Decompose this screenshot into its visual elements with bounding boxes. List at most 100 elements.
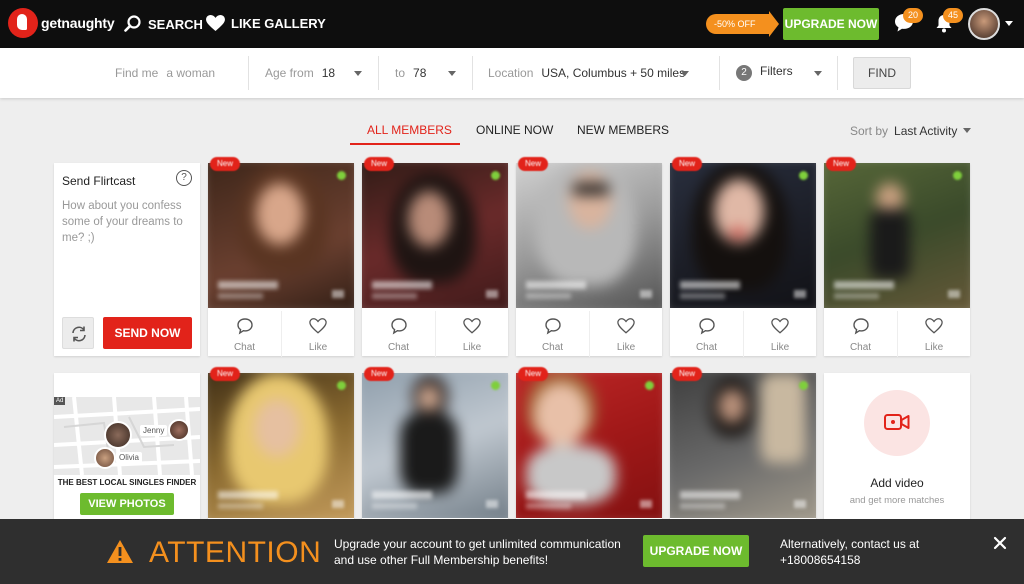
profile-photo[interactable] xyxy=(362,373,508,518)
view-photos-button[interactable]: VIEW PHOTOS xyxy=(80,493,174,515)
profile-photo[interactable] xyxy=(516,373,662,518)
profile-card[interactable]: New Chat Like xyxy=(362,157,508,357)
like-button[interactable]: Like xyxy=(743,311,816,357)
warning-triangle-icon xyxy=(107,540,133,563)
profile-details-blurred xyxy=(372,293,417,299)
ad-card[interactable]: Ad Jenny Olivia THE BEST LOCAL SINGLES F… xyxy=(54,373,200,520)
help-icon[interactable]: ? xyxy=(176,170,192,186)
online-status-indicator xyxy=(491,171,500,180)
chat-button[interactable]: Chat xyxy=(670,311,743,357)
like-button[interactable]: Like xyxy=(897,311,970,357)
card-actions: Chat Like xyxy=(208,311,354,357)
chat-label: Chat xyxy=(387,342,410,353)
profile-card[interactable]: New xyxy=(208,367,354,520)
tab-all-members[interactable]: ALL MEMBERS xyxy=(367,123,452,137)
flirtcast-message[interactable]: How about you confess some of your dream… xyxy=(62,198,192,246)
profile-photo[interactable] xyxy=(670,163,816,308)
upgrade-now-banner-button[interactable]: UPGRADE NOW xyxy=(643,535,749,567)
profile-details-blurred xyxy=(680,503,725,509)
send-now-button[interactable]: SEND NOW xyxy=(103,317,192,349)
chat-button[interactable]: Chat xyxy=(824,311,897,357)
messages-button[interactable]: 20 xyxy=(893,8,923,36)
age-to-select[interactable]: to 78 xyxy=(395,66,426,80)
chat-button[interactable]: Chat xyxy=(516,311,589,357)
like-button[interactable]: Like xyxy=(281,311,354,357)
chevron-down-icon[interactable] xyxy=(354,71,362,76)
chevron-down-icon[interactable] xyxy=(814,71,822,76)
profile-card[interactable]: New Chat Like xyxy=(824,157,970,357)
profile-photo[interactable] xyxy=(208,163,354,308)
nav-search[interactable]: SEARCH xyxy=(124,15,203,33)
new-member-badge: New xyxy=(826,157,856,171)
close-icon[interactable] xyxy=(992,535,1008,551)
user-avatar[interactable] xyxy=(968,8,1000,40)
profile-card[interactable]: New Chat Like xyxy=(208,157,354,357)
location-select[interactable]: Location USA, Columbus + 50 miles xyxy=(488,66,685,80)
profile-details-blurred xyxy=(834,293,879,299)
ad-label: Ad xyxy=(54,397,66,405)
profile-details-blurred xyxy=(680,293,725,299)
flirtcast-card: Send Flirtcast ? How about you confess s… xyxy=(54,163,200,356)
heart-outline-icon xyxy=(617,318,635,334)
profile-name-blurred xyxy=(218,491,278,499)
divider xyxy=(719,56,720,90)
tab-online-now[interactable]: ONLINE NOW xyxy=(476,123,553,137)
add-video-button[interactable] xyxy=(864,390,930,456)
notifications-button[interactable]: 45 xyxy=(933,8,963,36)
online-status-indicator xyxy=(799,171,808,180)
like-button[interactable]: Like xyxy=(589,311,662,357)
profile-photo[interactable] xyxy=(670,373,816,518)
sort-by-select[interactable]: Sort by Last Activity xyxy=(850,124,957,138)
find-me-label: Find me xyxy=(115,66,159,80)
brand-logo[interactable]: getnaughty xyxy=(8,8,115,38)
profile-photo[interactable] xyxy=(516,163,662,308)
add-video-title: Add video xyxy=(870,476,924,490)
profile-photo[interactable] xyxy=(824,163,970,308)
add-video-card[interactable]: Add video and get more matches xyxy=(824,373,970,520)
profile-details-blurred xyxy=(372,503,417,509)
profile-name-blurred xyxy=(218,281,278,289)
tab-new-members[interactable]: NEW MEMBERS xyxy=(577,123,669,137)
nav-like-gallery[interactable]: LIKE GALLERY xyxy=(206,15,326,32)
age-to-value: 78 xyxy=(413,66,427,80)
card-actions: Chat Like xyxy=(670,311,816,357)
chevron-down-icon[interactable] xyxy=(448,71,456,76)
like-button[interactable]: Like xyxy=(435,311,508,357)
refresh-message-button[interactable] xyxy=(62,317,94,349)
notifications-count-badge: 45 xyxy=(943,8,963,23)
find-me-select[interactable]: Find me a woman xyxy=(115,66,215,80)
contact-phone[interactable]: +18008654158 xyxy=(780,552,919,568)
logo-mark-icon xyxy=(8,8,38,38)
chevron-down-icon[interactable] xyxy=(963,128,971,133)
profile-details-blurred xyxy=(526,293,571,299)
card-actions: Chat Like xyxy=(824,311,970,357)
profile-card[interactable]: New xyxy=(516,367,662,520)
chevron-down-icon[interactable] xyxy=(1005,21,1013,26)
location-label: Location xyxy=(488,66,534,80)
chat-label: Chat xyxy=(849,342,872,353)
chat-button[interactable]: Chat xyxy=(362,311,435,357)
profile-card[interactable]: New xyxy=(670,367,816,520)
profile-photo[interactable] xyxy=(208,373,354,518)
profile-card[interactable]: New Chat Like xyxy=(516,157,662,357)
profile-card[interactable]: New xyxy=(362,367,508,520)
profile-photo[interactable] xyxy=(362,163,508,308)
profile-name-blurred xyxy=(834,281,894,289)
discount-promo-badge[interactable]: -50% OFF xyxy=(706,11,779,37)
like-label: Like xyxy=(616,342,636,353)
new-member-badge: New xyxy=(210,157,240,171)
find-button[interactable]: FIND xyxy=(853,57,911,89)
filters-select[interactable]: 2 Filters xyxy=(736,64,793,81)
online-status-indicator xyxy=(491,381,500,390)
chevron-down-icon[interactable] xyxy=(681,71,689,76)
avatar xyxy=(94,447,116,469)
age-from-select[interactable]: Age from 18 xyxy=(265,66,335,80)
chat-button[interactable]: Chat xyxy=(208,311,281,357)
avatar xyxy=(168,419,190,441)
attention-banner: ATTENTION Upgrade your account to get un… xyxy=(0,519,1024,584)
chat-bubble-outline-icon xyxy=(544,318,561,335)
profile-card[interactable]: New Chat Like xyxy=(670,157,816,357)
upgrade-now-button[interactable]: UPGRADE NOW xyxy=(783,8,879,40)
sort-by-label: Sort by xyxy=(850,124,889,138)
map-illustration: Ad Jenny Olivia xyxy=(54,397,200,475)
